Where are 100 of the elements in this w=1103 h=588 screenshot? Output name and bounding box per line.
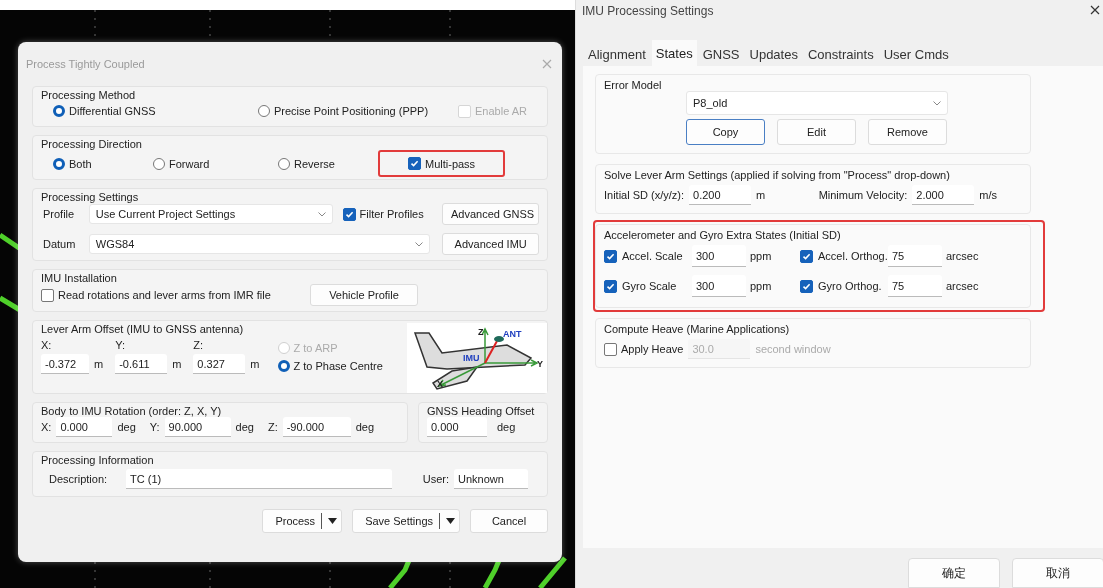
checkbox[interactable]	[408, 157, 421, 170]
radio-label: Both	[69, 157, 92, 170]
group-title: Lever Arm Offset (IMU to GNSS antenna)	[41, 323, 244, 335]
chevron-down-icon	[317, 211, 326, 217]
text-field[interactable]: 75	[888, 245, 942, 267]
checkbox-label: Apply Heave	[621, 343, 684, 355]
text-field[interactable]: 300	[692, 275, 746, 297]
unit-label: arcsec	[946, 280, 980, 292]
axis-label: IMU	[463, 353, 480, 363]
unit-label: m	[172, 358, 182, 370]
unit-label: deg	[355, 421, 375, 433]
unit-label: second window	[755, 343, 831, 355]
group-title: Solve Lever Arm Settings (applied if solving from "Process" drop-down)	[604, 169, 950, 181]
text-field[interactable]: TC (1)	[126, 469, 392, 489]
check-icon	[606, 251, 615, 261]
text-field[interactable]: 75	[888, 275, 942, 297]
radio-button[interactable]	[53, 157, 65, 170]
field-label: Z:	[193, 339, 205, 351]
group-title: Processing Settings	[41, 191, 139, 203]
field-label: Y:	[149, 421, 160, 433]
advanced-gnss-button[interactable]: Advanced GNSS	[442, 203, 539, 225]
unit-label: m/s	[979, 189, 997, 201]
group-title: Processing Method	[41, 89, 136, 101]
model-button[interactable]: Copy	[686, 119, 765, 145]
axis-label: Z	[478, 327, 484, 337]
field-label: Minimum Velocity:	[818, 189, 908, 201]
text-field[interactable]: 0.000	[427, 417, 487, 437]
checkbox[interactable]	[342, 207, 356, 221]
checkbox[interactable]	[800, 249, 813, 263]
dropdown[interactable]: P8_old	[686, 91, 948, 115]
close-icon[interactable]	[1090, 5, 1100, 15]
tab[interactable]: States	[651, 40, 697, 66]
dropdown[interactable]: Use Current Project Settings	[88, 204, 333, 224]
checkbox-label: Accel. Scale	[622, 250, 684, 262]
unit-label: m	[756, 189, 766, 201]
cancel-button[interactable]: Cancel	[470, 509, 548, 533]
check-icon	[410, 159, 419, 168]
text-field[interactable]: Unknown	[454, 469, 528, 489]
window-title: Process Tightly Coupled	[26, 58, 145, 70]
unit-label: deg	[235, 421, 254, 433]
checkbox[interactable]	[800, 279, 813, 293]
tab[interactable]: Constraints	[803, 42, 878, 66]
radio-button[interactable]	[258, 105, 270, 117]
caret-icon	[328, 517, 338, 525]
tab[interactable]: GNSS	[698, 42, 744, 66]
text-field[interactable]: 0.327	[193, 354, 246, 374]
field-label: User:	[422, 473, 449, 485]
dropdown[interactable]: WGS84	[88, 234, 431, 254]
text-field[interactable]: 0.000	[56, 417, 113, 437]
checkbox[interactable]	[41, 288, 54, 302]
unit-label: m	[94, 358, 104, 370]
text-field[interactable]: -90.000	[282, 417, 351, 437]
radio-label: Z to ARP	[293, 342, 338, 354]
vehicle-profile-button[interactable]: Vehicle Profile	[310, 284, 418, 306]
tab[interactable]: User Cmds	[879, 42, 953, 66]
checkbox-label: Enable AR	[475, 105, 527, 117]
field-label: Profile	[43, 208, 75, 220]
check-icon	[344, 209, 354, 219]
model-button[interactable]: Remove	[868, 119, 947, 145]
model-button[interactable]: Edit	[777, 119, 856, 145]
check-icon	[606, 281, 615, 291]
check-icon	[802, 281, 811, 291]
field-label: Y:	[115, 339, 126, 351]
radio-button[interactable]	[278, 157, 290, 170]
field-label: Description:	[49, 473, 108, 485]
group-title: GNSS Heading Offset	[427, 405, 535, 417]
text-field[interactable]: 0.200	[689, 185, 752, 205]
text-field[interactable]: 2.000	[912, 185, 975, 205]
checkbox-label: Multi-pass	[425, 157, 476, 170]
radio-label: Differential GNSS	[69, 105, 156, 117]
field-label: Initial SD (x/y/z):	[604, 189, 685, 201]
radio-button[interactable]	[153, 157, 165, 170]
radio-button[interactable]	[277, 360, 290, 372]
unit-label: deg	[497, 421, 516, 433]
group-title: IMU Installation	[41, 272, 117, 284]
advanced-imu-button[interactable]: Advanced IMU	[442, 233, 539, 255]
tab[interactable]: Updates	[745, 42, 802, 66]
text-field[interactable]: 300	[692, 245, 746, 267]
dialog-button[interactable]: 取消	[1012, 558, 1103, 588]
radio-button[interactable]	[53, 105, 65, 117]
split-button[interactable]: Process	[262, 509, 343, 533]
text-field[interactable]: -0.372	[41, 354, 89, 374]
field-label: X:	[41, 339, 53, 351]
dialog-button[interactable]: 确定	[908, 558, 1000, 588]
unit-label: ppm	[750, 280, 773, 292]
tab[interactable]: Alignment	[584, 42, 650, 66]
check-icon	[802, 251, 811, 261]
group-title: Body to IMU Rotation (order: Z, X, Y)	[41, 405, 222, 417]
text-field[interactable]: 90.000	[164, 417, 231, 437]
field-label: Datum	[43, 238, 76, 250]
field-label: Z:	[267, 421, 278, 433]
unit-label: m	[250, 358, 260, 370]
group-title: Compute Heave (Marine Applications)	[604, 323, 790, 335]
radio-label: Forward	[169, 157, 210, 170]
unit-label: arcsec	[946, 250, 980, 262]
split-button[interactable]: Save Settings	[352, 509, 460, 533]
checkbox-label: Read rotations and lever arms from IMR file	[58, 289, 271, 301]
checkbox[interactable]	[604, 249, 617, 263]
text-field[interactable]: -0.611	[115, 354, 168, 374]
checkbox[interactable]	[604, 279, 617, 293]
